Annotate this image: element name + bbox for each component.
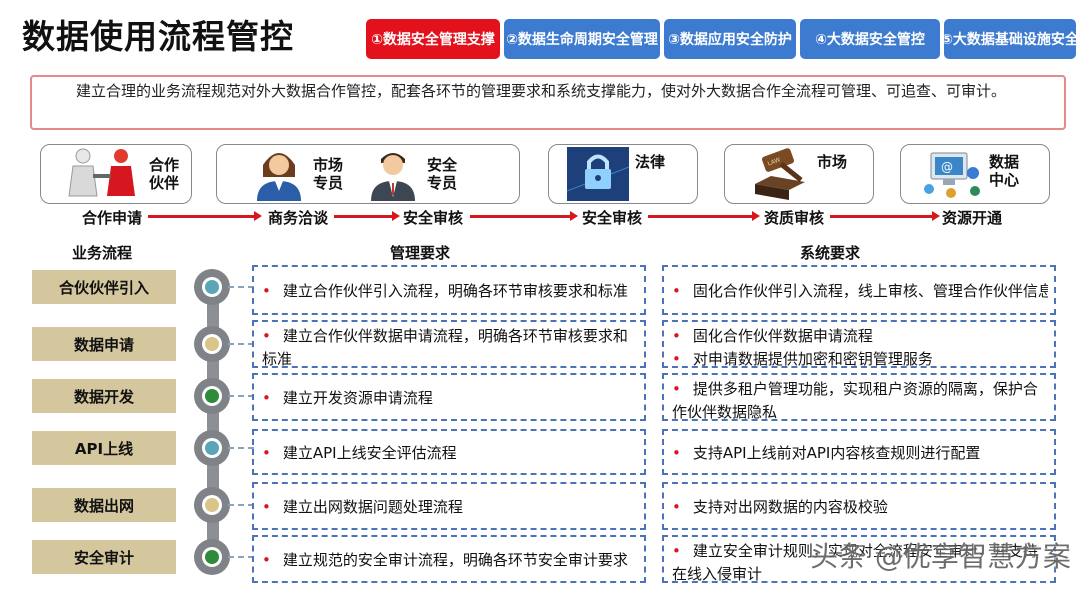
management-box: • 建立合作伙伴引入流程，明确各环节审核要求和标准 [252, 265, 646, 315]
management-box: • 建立出网数据问题处理流程 [252, 482, 646, 530]
management-box: • 建立规范的安全审计流程，明确各环节安全审计要求 [252, 535, 646, 583]
computer-network-icon: @ [924, 152, 980, 198]
bullet-icon: • [672, 542, 681, 560]
bullet-icon: • [672, 282, 681, 300]
timeline-node [194, 269, 230, 305]
bullet-icon: • [672, 498, 681, 516]
system-box: • 固化合作伙伴数据申请流程 • 对申请数据提供加密和密钥管理服务 [662, 320, 1056, 368]
flow-step-apply: 合作申请 [82, 209, 143, 227]
flow-step-resource-open: 资源开通 [942, 209, 1003, 227]
flow-arrow [830, 211, 940, 221]
card-market: LAW 市场 [724, 144, 874, 204]
bullet-icon: • [262, 444, 271, 462]
requirement-item: • 固化合作伙伴引入流程，线上审核、管理合作伙伴信息 [672, 282, 1048, 300]
tab-data-application-protection[interactable]: ③数据应用安全防护 [664, 19, 796, 59]
market-specialist-label: 市场专员 [313, 156, 344, 192]
card-partner-label: 合作伙伴 [149, 156, 180, 192]
tab-big-data-infrastructure-security[interactable]: ⑤大数据基础设施安全 [944, 19, 1076, 59]
requirement-item: • 建立出网数据问题处理流程 [262, 498, 463, 516]
timeline-node [194, 539, 230, 575]
requirement-item: • 建立API上线安全评估流程 [262, 444, 457, 462]
header-process: 业务流程 [72, 244, 133, 262]
requirement-item: • 建立规范的安全审计流程，明确各环节安全审计要求 [262, 551, 628, 569]
system-box: • 固化合作伙伴引入流程，线上审核、管理合作伙伴信息 [662, 265, 1056, 315]
requirement-item: • 提供多租户管理功能，实现租户资源的隔离，保护合作伙伴数据隐私 [672, 380, 1038, 421]
requirement-item: • 建立合作伙伴引入流程，明确各环节审核要求和标准 [262, 282, 628, 300]
system-box: • 支持API上线前对API内容核查规则进行配置 [662, 429, 1056, 475]
flow-step-security-review-2: 安全审核 [582, 209, 643, 227]
flow-arrow [648, 211, 760, 221]
bullet-icon: • [262, 551, 271, 569]
tab-big-data-security-control[interactable]: ④大数据安全管控 [800, 19, 940, 59]
gavel-icon: LAW [755, 148, 805, 200]
process-step-partner-intro: 合伙伙伴引入 [32, 270, 176, 304]
card-law-label: 法律 [635, 153, 666, 171]
security-specialist: 安全专员 [367, 147, 461, 201]
timeline-node [194, 487, 230, 523]
system-box: • 提供多租户管理功能，实现租户资源的隔离，保护合作伙伴数据隐私 [662, 373, 1056, 421]
lock-icon [567, 147, 629, 201]
intro-text: 建立合理的业务流程规范对外大数据合作管控，配套各环节的管理要求和系统支撑能力，使… [30, 75, 1066, 130]
management-box: • 建立API上线安全评估流程 [252, 429, 646, 475]
tab-data-security-management[interactable]: ①数据安全管理支撑 [366, 19, 500, 59]
management-box: • 建立开发资源申请流程 [252, 373, 646, 421]
system-box: • 支持对出网数据的内容极校验 [662, 482, 1056, 530]
timeline-connector [228, 286, 254, 288]
timeline-connector [228, 447, 254, 449]
handshake-icon [68, 148, 135, 197]
flow-step-qualification-review: 资质审核 [764, 209, 825, 227]
market-specialist: 市场专员 [253, 147, 347, 201]
timeline-node [194, 378, 230, 414]
bullet-icon: • [672, 327, 681, 345]
timeline-connector [228, 504, 254, 506]
requirement-item: • 对申请数据提供加密和密钥管理服务 [672, 350, 933, 368]
tab-data-lifecycle-security[interactable]: ②数据生命周期安全管理 [504, 19, 660, 59]
timeline-rail [207, 278, 219, 568]
card-data-center-label: 数据中心 [989, 153, 1020, 189]
requirement-item: • 固化合作伙伴数据申请流程 [672, 327, 873, 345]
card-law: 法律 [548, 144, 698, 204]
flow-arrow [470, 211, 578, 221]
process-step-api-online: API上线 [32, 431, 176, 465]
header-system: 系统要求 [800, 244, 861, 262]
process-step-data-develop: 数据开发 [32, 379, 176, 413]
businesswoman-icon [257, 153, 301, 201]
bullet-icon: • [262, 282, 271, 300]
timeline-connector [228, 395, 254, 397]
card-data-center: @ 数据中心 [900, 144, 1050, 204]
requirement-item: • 支持API上线前对API内容核查规则进行配置 [672, 444, 981, 462]
card-partner: 合作伙伴 [40, 144, 192, 204]
timeline-node [194, 326, 230, 362]
page-title: 数据使用流程管控 [22, 17, 294, 56]
bullet-icon: • [262, 389, 271, 407]
flow-step-security-review: 安全审核 [403, 209, 464, 227]
flow-arrow [148, 211, 262, 221]
flow-step-negotiate: 商务洽谈 [268, 209, 329, 227]
bullet-icon: • [262, 327, 271, 345]
process-step-data-apply: 数据申请 [32, 327, 176, 361]
timeline-node [194, 430, 230, 466]
bullet-icon: • [262, 498, 271, 516]
tab-bar: ①数据安全管理支撑 ②数据生命周期安全管理 ③数据应用安全防护 ④大数据安全管控… [366, 19, 1076, 59]
flow-arrow [334, 211, 400, 221]
bullet-icon: • [672, 350, 681, 368]
requirement-item: • 建立开发资源申请流程 [262, 389, 433, 407]
watermark: 头条 @优享智慧方案 [810, 540, 1071, 573]
requirement-item: • 支持对出网数据的内容极校验 [672, 498, 888, 516]
businessman-icon [371, 153, 415, 201]
card-business: 市场专员 安全专员 [216, 144, 520, 204]
requirement-item: • 建立合作伙伴数据申请流程，明确各环节审核要求和标准 [262, 327, 628, 368]
card-market-label: 市场 [817, 153, 848, 171]
process-step-security-audit: 安全审计 [32, 540, 176, 574]
timeline-connector [228, 343, 254, 345]
management-box: • 建立合作伙伴数据申请流程，明确各环节审核要求和标准 [252, 320, 646, 368]
bullet-icon: • [672, 444, 681, 462]
header-management: 管理要求 [390, 244, 451, 262]
security-specialist-label: 安全专员 [427, 156, 458, 192]
svg-text:@: @ [941, 160, 953, 174]
timeline-connector [228, 556, 254, 558]
process-step-data-egress: 数据出网 [32, 488, 176, 522]
bullet-icon: • [672, 380, 681, 398]
